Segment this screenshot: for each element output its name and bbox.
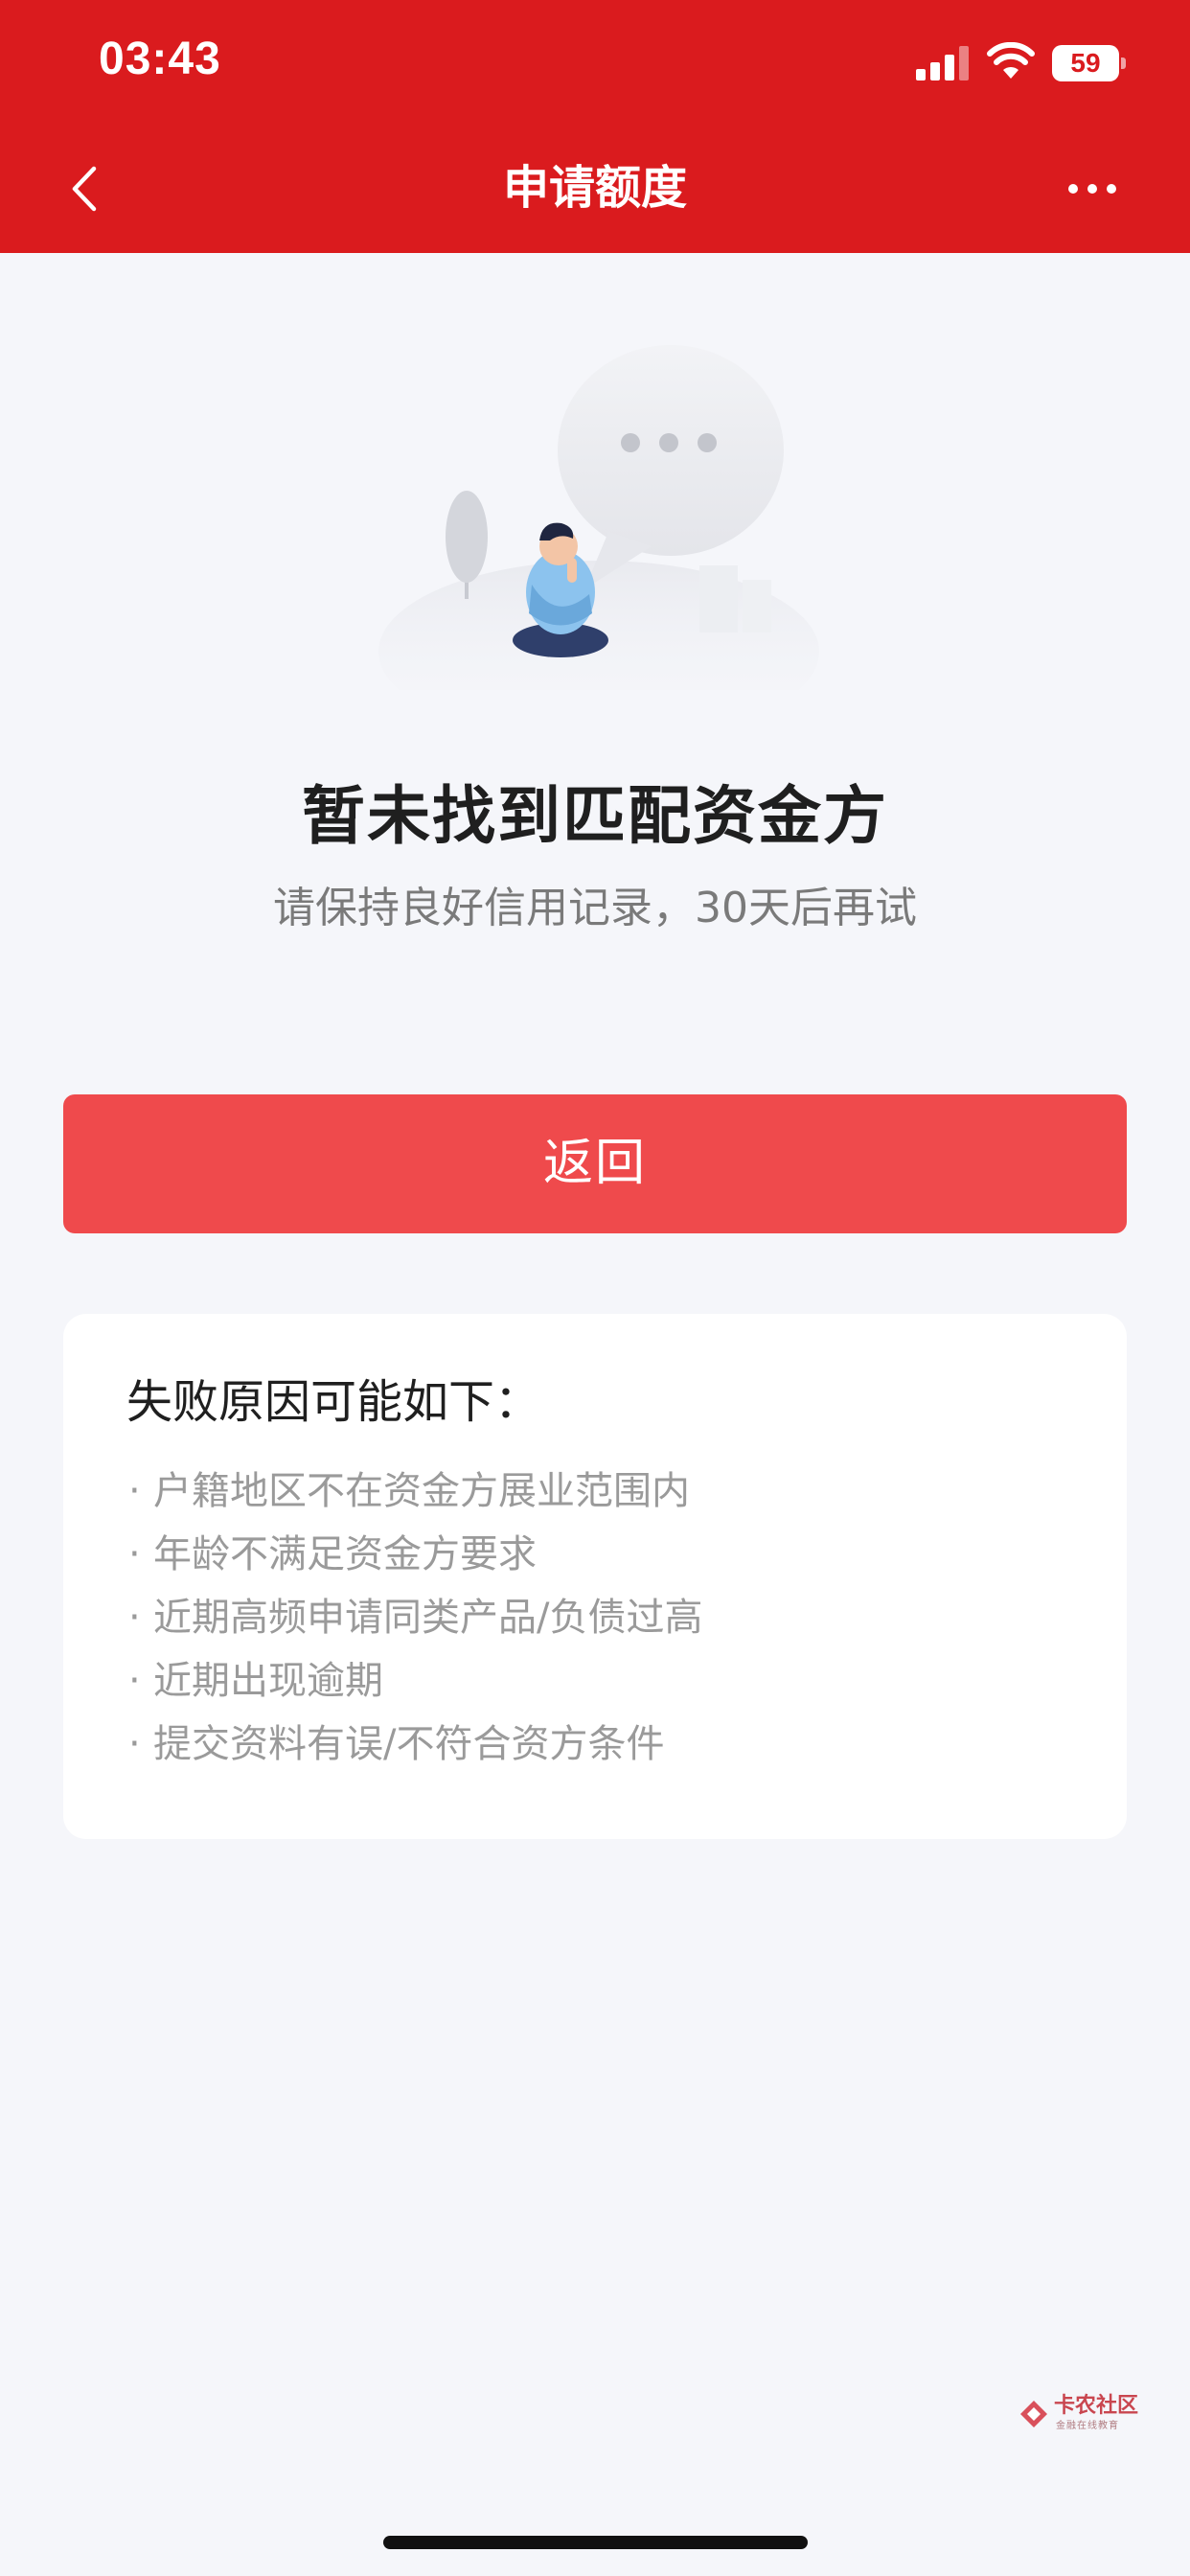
result-subtitle: 请保持良好信用记录，30天后再试 — [273, 884, 917, 932]
battery-level: 59 — [1070, 48, 1101, 78]
list-item: · 年龄不满足资金方要求 — [128, 1523, 702, 1586]
wifi-icon — [987, 42, 1035, 79]
page-title: 申请额度 — [502, 161, 687, 215]
list-item: · 近期出现逾期 — [128, 1649, 702, 1713]
back-button[interactable] — [57, 155, 115, 222]
reason-text: 近期出现逾期 — [153, 1659, 383, 1703]
list-item: · 户籍地区不在资金方展业范围内 — [128, 1460, 702, 1523]
watermark-name: 卡农社区 — [1054, 2394, 1139, 2418]
home-indicator[interactable] — [383, 2536, 808, 2549]
bullet-dot: · — [128, 1722, 141, 1766]
bullet-dot: · — [128, 1596, 141, 1640]
list-item: · 近期高频申请同类产品/负债过高 — [128, 1586, 702, 1649]
more-button[interactable] — [1065, 172, 1119, 205]
watermark-slogan: 金融在线教育 — [1056, 2421, 1119, 2431]
reason-text: 年龄不满足资金方要求 — [153, 1532, 537, 1576]
signal-icon — [916, 46, 969, 80]
battery-icon: 59 — [1052, 45, 1127, 81]
reasons-list: · 户籍地区不在资金方展业范围内 · 年龄不满足资金方要求 · 近期高频申请同类产品/… — [128, 1460, 702, 1776]
app-header: 03:43 59 申请额度 — [0, 0, 1190, 253]
bullet-dot: · — [128, 1469, 141, 1513]
result-title: 暂未找到匹配资金方 — [302, 779, 888, 853]
reason-text: 近期高频申请同类产品/负债过高 — [153, 1596, 703, 1640]
bullet-dot: · — [128, 1659, 141, 1703]
reason-text: 提交资料有误/不符合资方条件 — [153, 1722, 665, 1766]
person-thinking-illustration — [378, 345, 819, 690]
list-item: · 提交资料有误/不符合资方条件 — [128, 1713, 702, 1776]
chevron-left-icon — [72, 166, 97, 212]
more-horizontal-icon — [1068, 184, 1116, 194]
bullet-dot: · — [128, 1532, 141, 1576]
reason-text: 户籍地区不在资金方展业范围内 — [153, 1469, 690, 1513]
status-time: 03:43 — [99, 34, 221, 84]
battery-tip — [1121, 58, 1126, 69]
return-button[interactable]: 返回 — [63, 1094, 1127, 1233]
watermark: 卡农社区 金融在线教育 — [1018, 2394, 1142, 2442]
reasons-card: 失败原因可能如下： · 户籍地区不在资金方展业范围内 · 年龄不满足资金方要求 · 近… — [63, 1314, 1127, 1839]
reasons-title: 失败原因可能如下： — [126, 1375, 541, 1429]
watermark-logo-icon — [1020, 2401, 1047, 2427]
